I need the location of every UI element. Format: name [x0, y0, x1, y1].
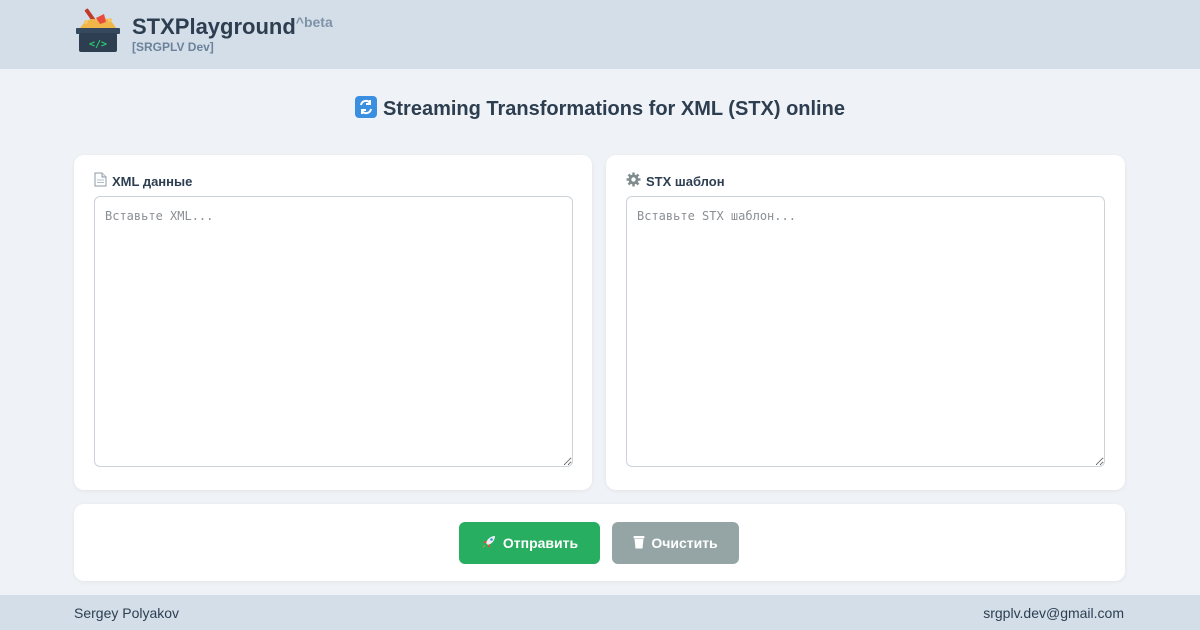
app-title[interactable]: STXPlayground^beta	[132, 14, 333, 40]
sandbox-code-icon[interactable]: </>	[74, 6, 122, 54]
footer-email-link[interactable]: srgplv.dev@gmail.com	[983, 605, 1124, 621]
xml-panel: XML данные	[74, 155, 592, 490]
beta-badge: ^beta	[295, 14, 333, 30]
actions-panel: Отправить Очистить	[74, 504, 1125, 581]
refresh-arrows-icon	[355, 96, 378, 118]
stx-panel-label: STX шаблон	[626, 172, 725, 190]
app-header: </> STXPlayground^beta [SRGPLV Dev]	[0, 0, 1200, 69]
send-button-label: Отправить	[502, 535, 579, 551]
app-footer: Sergey Polyakov srgplv.dev@gmail.com	[0, 595, 1200, 630]
xml-input[interactable]	[94, 196, 573, 467]
xml-panel-label: XML данные	[94, 172, 192, 190]
stx-input[interactable]	[626, 196, 1105, 467]
clear-button-label: Очистить	[651, 535, 718, 551]
xml-panel-label-text: XML данные	[112, 173, 193, 189]
page-title-text: Streaming Transformations for XML (STX) …	[383, 98, 845, 120]
stx-panel: STX шаблон	[606, 155, 1125, 490]
gear-icon	[626, 172, 641, 190]
document-icon	[94, 172, 107, 190]
app-subtitle: [SRGPLV Dev]	[132, 40, 214, 54]
page-title: Streaming Transformations for XML (STX) …	[0, 96, 1200, 121]
send-button[interactable]: Отправить	[459, 522, 600, 564]
brand: STXPlayground^beta [SRGPLV Dev]	[132, 14, 333, 54]
footer-author: Sergey Polyakov	[74, 605, 180, 621]
svg-text:</>: </>	[89, 39, 107, 50]
clear-button[interactable]: Очистить	[612, 522, 739, 564]
rocket-icon	[481, 534, 497, 553]
stx-panel-label-text: STX шаблон	[646, 173, 725, 189]
app-title-text: STXPlayground	[132, 14, 296, 39]
trash-icon	[633, 535, 645, 552]
